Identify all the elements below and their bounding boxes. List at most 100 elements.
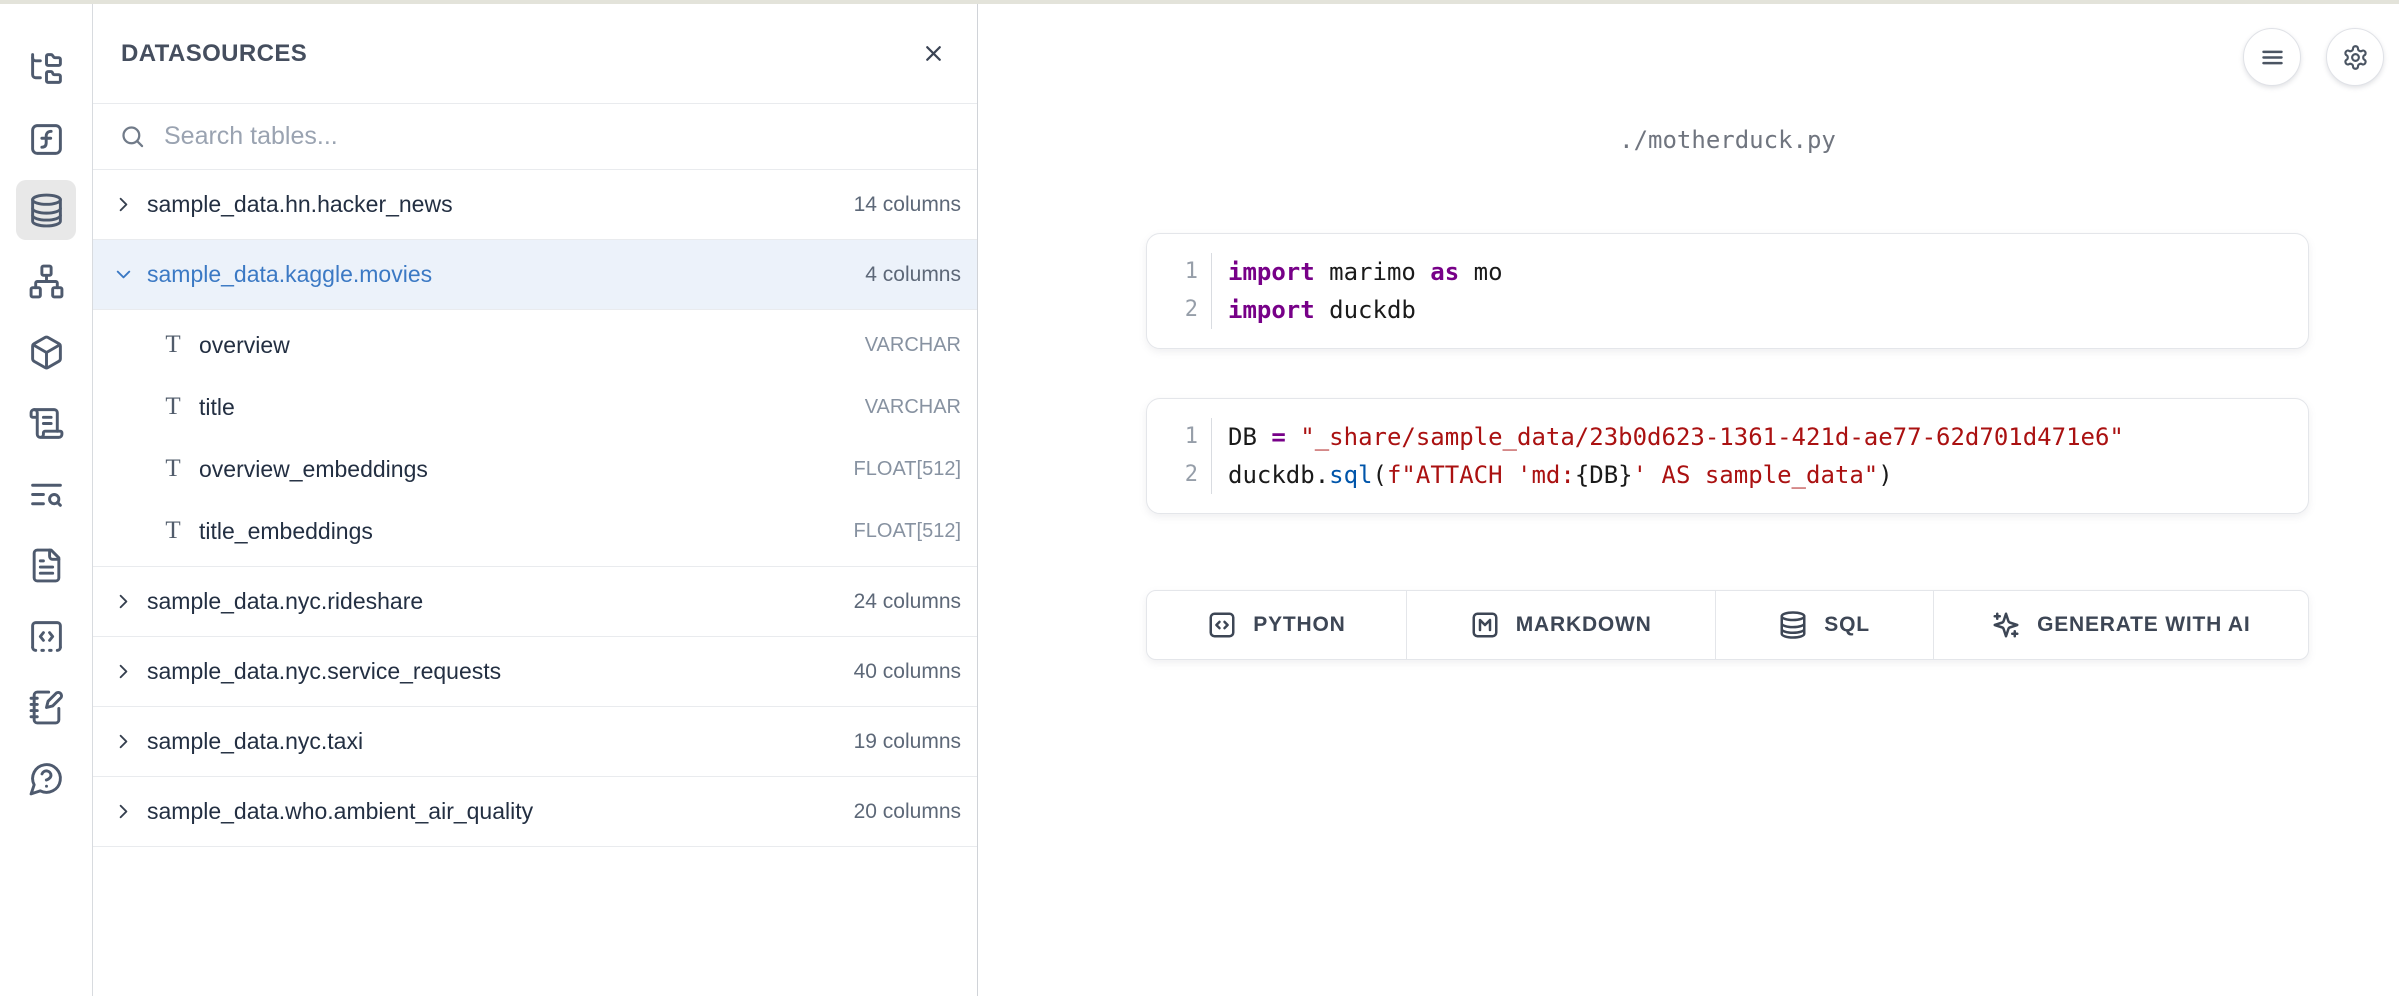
chevron-right-icon — [112, 193, 135, 216]
column-row[interactable]: Ttitle_embeddingsFLOAT[512] — [93, 500, 977, 562]
table-name: sample_data.nyc.rideshare — [147, 588, 854, 615]
code-line: import duckdb — [1228, 291, 2284, 329]
text-search-icon — [28, 476, 65, 513]
notebook-area: ./motherduck.py 12import marimo as moimp… — [979, 4, 2399, 996]
activity-variables-button[interactable] — [16, 109, 76, 169]
database-icon — [28, 192, 65, 229]
column-count: 14 columns — [854, 193, 961, 217]
gear-icon — [2342, 44, 2369, 71]
text-type-icon: T — [159, 331, 187, 359]
column-type: FLOAT[512] — [854, 458, 961, 481]
add-markdown-cell-button[interactable]: MARKDOWN — [1407, 591, 1716, 659]
cells-container: 12import marimo as moimport duckdb12DB =… — [1146, 233, 2309, 660]
line-number-gutter: 12 — [1147, 418, 1212, 494]
column-row[interactable]: ToverviewVARCHAR — [93, 314, 977, 376]
activity-logs-button[interactable] — [16, 464, 76, 524]
chevron-right-icon — [112, 800, 135, 823]
function-square-icon — [28, 121, 65, 158]
network-icon — [28, 263, 65, 300]
text-type-icon: T — [159, 455, 187, 483]
line-number-gutter: 12 — [1147, 253, 1212, 329]
activity-outline-button[interactable] — [16, 393, 76, 453]
table-row[interactable]: sample_data.nyc.taxi19 columns — [93, 707, 977, 777]
text-type-icon: T — [159, 517, 187, 545]
activity-scratchpad-button[interactable] — [16, 677, 76, 737]
close-panel-button[interactable] — [911, 32, 955, 76]
line-number: 2 — [1147, 291, 1198, 329]
code-cell-attach-db: 12 DB = "_share/sample_data/23b0d623-1361… — [1146, 398, 2309, 514]
activity-packages-button[interactable] — [16, 322, 76, 382]
code-line: DB = "_share/sample_data/23b0d623-1361-4… — [1228, 418, 2284, 456]
column-type: VARCHAR — [865, 334, 961, 357]
column-name: overview_embeddings — [199, 456, 854, 483]
table-row[interactable]: sample_data.nyc.service_requests40 colum… — [93, 637, 977, 707]
add-cell-button-label: PYTHON — [1253, 613, 1345, 637]
line-number: 2 — [1147, 456, 1198, 494]
column-type: VARCHAR — [865, 396, 961, 419]
table-row[interactable]: sample_data.who.ambient_air_quality20 co… — [93, 777, 977, 847]
line-number: 1 — [1147, 418, 1198, 456]
activity-file-explorer-button[interactable] — [16, 38, 76, 98]
table-row[interactable]: sample_data.hn.hacker_news14 columns — [93, 170, 977, 240]
table-row[interactable]: sample_data.nyc.rideshare24 columns — [93, 567, 977, 637]
table-name: sample_data.who.ambient_air_quality — [147, 798, 854, 825]
search-tables-input[interactable] — [164, 122, 957, 151]
column-count: 19 columns — [854, 730, 961, 754]
column-name: overview — [199, 332, 865, 359]
menu-icon — [2259, 44, 2286, 71]
code-square-icon — [1207, 610, 1237, 640]
search-icon — [119, 123, 146, 150]
columns-group: ToverviewVARCHARTtitleVARCHARToverview_e… — [93, 310, 977, 567]
add-cell-button-label: SQL — [1824, 613, 1870, 637]
column-name: title_embeddings — [199, 518, 854, 545]
activity-documentation-button[interactable] — [16, 535, 76, 595]
folder-tree-icon — [28, 50, 65, 87]
activity-chat-help-button[interactable] — [16, 748, 76, 808]
notebook-menu-button[interactable] — [2243, 28, 2301, 86]
table-name: sample_data.nyc.taxi — [147, 728, 854, 755]
activity-dependency-graph-button[interactable] — [16, 251, 76, 311]
notebook-pen-icon — [28, 689, 65, 726]
message-question-icon — [28, 760, 65, 797]
add-cell-button-label: MARKDOWN — [1516, 613, 1652, 637]
activity-datasources-button[interactable] — [16, 180, 76, 240]
table-name: sample_data.nyc.service_requests — [147, 658, 854, 685]
table-list: sample_data.hn.hacker_news14 columnssamp… — [93, 170, 977, 847]
add-sql-cell-button[interactable]: SQL — [1716, 591, 1934, 659]
add-generate-ai-cell-button[interactable]: GENERATE WITH AI — [1934, 591, 2308, 659]
table-name: sample_data.hn.hacker_news — [147, 191, 854, 218]
scroll-text-icon — [28, 405, 65, 442]
column-count: 40 columns — [854, 660, 961, 684]
settings-button[interactable] — [2326, 28, 2384, 86]
chevron-down-icon — [112, 263, 135, 286]
column-name: title — [199, 394, 865, 421]
activity-snippets-button[interactable] — [16, 606, 76, 666]
close-icon — [921, 41, 946, 66]
activity-bar — [0, 4, 92, 996]
code-cell-imports: 12import marimo as moimport duckdb — [1146, 233, 2309, 349]
column-count: 4 columns — [865, 263, 961, 287]
notebook-filename[interactable]: ./motherduck.py — [1146, 126, 2309, 154]
markdown-square-icon — [1470, 610, 1500, 640]
table-row[interactable]: sample_data.kaggle.movies4 columns — [93, 240, 977, 310]
add-python-cell-button[interactable]: PYTHON — [1147, 591, 1407, 659]
code-editor[interactable]: DB = "_share/sample_data/23b0d623-1361-4… — [1212, 418, 2284, 494]
datasources-panel: DATASOURCES sample_data.hn.hacker_news14… — [92, 4, 978, 996]
line-number: 1 — [1147, 253, 1198, 291]
code-editor[interactable]: import marimo as moimport duckdb — [1212, 253, 2284, 329]
table-search — [93, 104, 977, 170]
table-name: sample_data.kaggle.movies — [147, 261, 865, 288]
code-line: duckdb.sql(f"ATTACH 'md:{DB}' AS sample_… — [1228, 456, 2284, 494]
add-cell-bar: PYTHON MARKDOWN SQL GENERATE WITH AI — [1146, 590, 2309, 660]
text-type-icon: T — [159, 393, 187, 421]
code-square-dashed-icon — [28, 618, 65, 655]
file-text-icon — [28, 547, 65, 584]
column-row[interactable]: Toverview_embeddingsFLOAT[512] — [93, 438, 977, 500]
add-cell-button-label: GENERATE WITH AI — [2037, 613, 2250, 637]
column-type: FLOAT[512] — [854, 520, 961, 543]
database-icon — [1778, 610, 1808, 640]
column-row[interactable]: TtitleVARCHAR — [93, 376, 977, 438]
column-count: 20 columns — [854, 800, 961, 824]
chevron-right-icon — [112, 660, 135, 683]
column-count: 24 columns — [854, 590, 961, 614]
